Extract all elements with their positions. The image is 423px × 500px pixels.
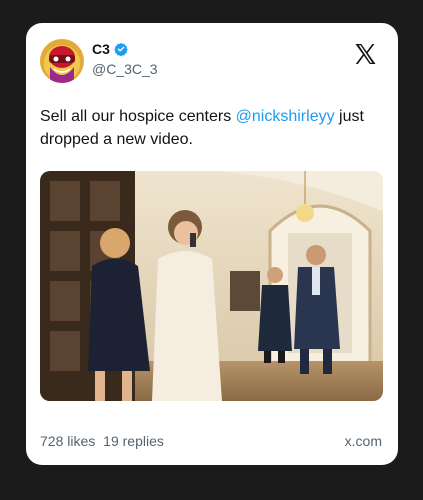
red-masked-figure-avatar-icon xyxy=(49,46,75,83)
author-name-row: C3 xyxy=(92,41,128,57)
post-text-start: Sell all our hospice centers xyxy=(40,108,236,125)
author-name[interactable]: C3 xyxy=(92,41,110,57)
author-handle[interactable]: @C_3C_3 xyxy=(92,61,158,77)
embedded-post-card[interactable]: C3 @C_3C_3 Sell all our hospice centers … xyxy=(26,23,398,465)
engagement-stats: 728 likes 19 replies xyxy=(40,433,168,449)
post-text: Sell all our hospice centers @nickshirle… xyxy=(40,105,380,151)
likes-count[interactable]: 728 likes xyxy=(40,433,95,449)
source-link[interactable]: x.com xyxy=(345,433,382,449)
verified-badge-icon xyxy=(114,42,128,56)
author-avatar[interactable] xyxy=(40,39,84,83)
mention-link[interactable]: @nickshirleyy xyxy=(236,108,335,125)
post-photo[interactable] xyxy=(40,171,383,401)
replies-count[interactable]: 19 replies xyxy=(103,433,164,449)
photo-scene xyxy=(40,171,383,401)
x-logo-icon[interactable] xyxy=(353,42,378,66)
